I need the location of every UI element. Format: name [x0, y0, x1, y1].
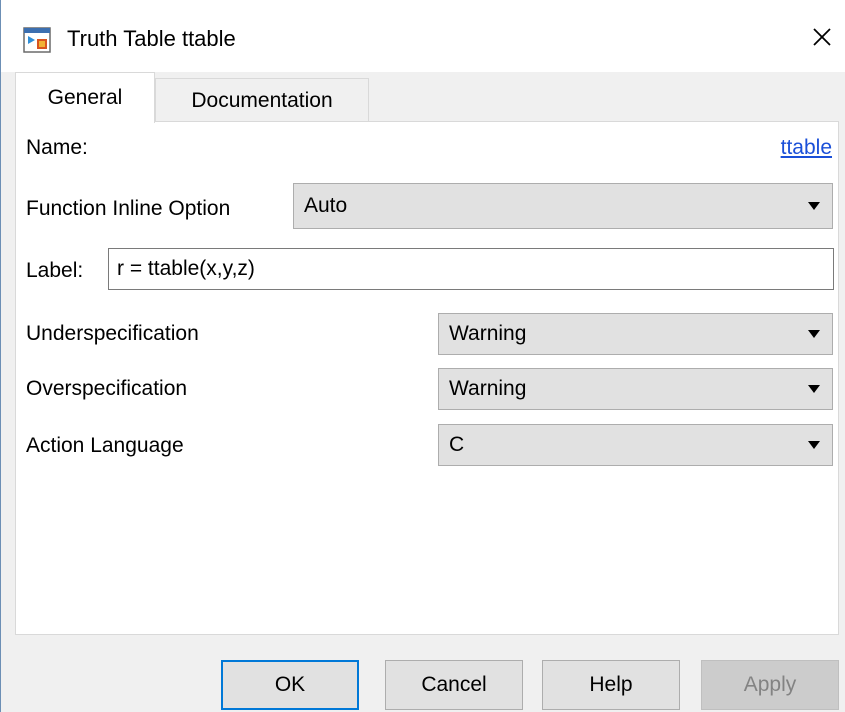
label-input-value: r = ttable(x,y,z) [117, 257, 255, 280]
action-language-value: C [449, 433, 465, 456]
truth-table-icon [23, 27, 51, 53]
chevron-down-icon [808, 441, 820, 449]
close-icon [813, 28, 831, 46]
name-link[interactable]: ttable [781, 136, 832, 160]
cancel-button[interactable]: Cancel [385, 660, 523, 710]
tab-bar: General Documentation [15, 72, 835, 123]
inline-option-value: Auto [304, 194, 348, 217]
title-bar: Truth Table ttable [1, 0, 845, 72]
name-label: Name: [26, 136, 88, 159]
underspecification-label: Underspecification [26, 322, 199, 345]
tab-general[interactable]: General [15, 72, 155, 123]
action-language-dropdown[interactable]: C [438, 424, 833, 466]
underspecification-value: Warning [449, 322, 527, 345]
chevron-down-icon [808, 385, 820, 393]
close-button[interactable] [807, 22, 837, 52]
overspecification-dropdown[interactable]: Warning [438, 368, 833, 410]
underspecification-dropdown[interactable]: Warning [438, 313, 833, 355]
label-field-label: Label: [26, 259, 84, 282]
dialog-window: Truth Table ttable General Documentation… [0, 0, 845, 712]
inline-option-dropdown[interactable]: Auto [293, 183, 833, 229]
tab-documentation[interactable]: Documentation [155, 78, 369, 122]
chevron-down-icon [808, 202, 820, 210]
inline-option-label: Function Inline Option [26, 197, 231, 220]
general-panel: Name: ttable Function Inline Option Auto… [15, 121, 839, 635]
ok-button[interactable]: OK [221, 660, 359, 710]
help-button[interactable]: Help [542, 660, 680, 710]
window-title: Truth Table ttable [67, 26, 236, 51]
apply-button[interactable]: Apply [701, 660, 839, 710]
overspecification-value: Warning [449, 377, 527, 400]
chevron-down-icon [808, 330, 820, 338]
label-input[interactable]: r = ttable(x,y,z) [108, 248, 834, 290]
action-language-label: Action Language [26, 434, 184, 457]
overspecification-label: Overspecification [26, 377, 188, 400]
